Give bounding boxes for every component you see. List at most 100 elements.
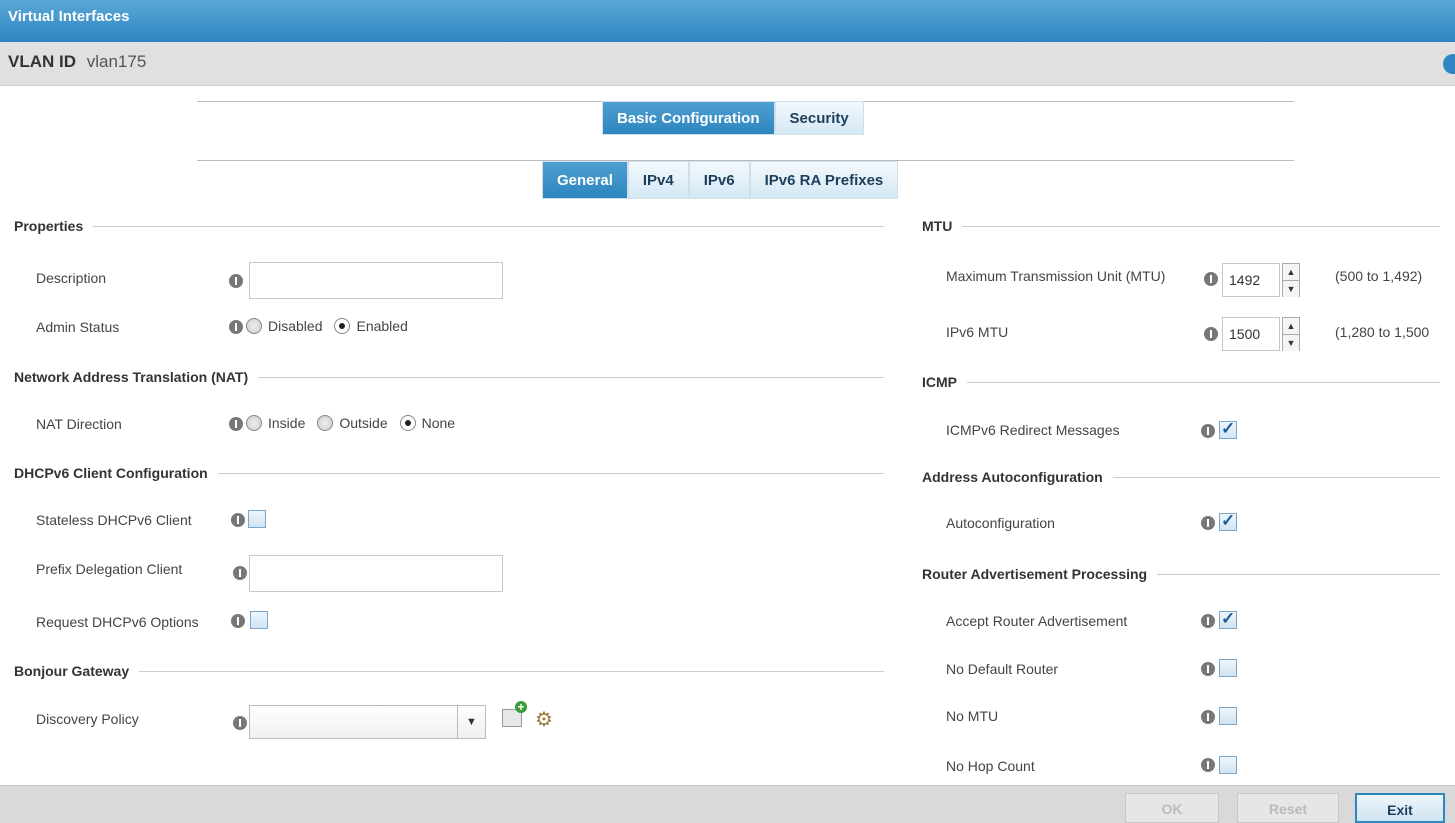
info-icon[interactable] — [231, 614, 245, 628]
section-rule — [93, 225, 884, 227]
mtu-label: Maximum Transmission Unit (MTU) — [946, 268, 1166, 284]
ipv6-mtu-label: IPv6 MTU — [946, 324, 1009, 340]
section-autoconf-title: Address Autoconfiguration — [922, 469, 1103, 485]
mtu-value[interactable]: 1492 — [1222, 263, 1280, 297]
mtu-stepper[interactable]: ▲ ▼ — [1282, 263, 1300, 297]
nat-outside-label: Outside — [339, 415, 388, 431]
admin-status-disabled-label: Disabled — [268, 318, 323, 334]
no-mtu-label: No MTU — [946, 708, 999, 724]
info-icon[interactable] — [229, 320, 243, 334]
icmpv6-redirect-label: ICMPv6 Redirect Messages — [946, 422, 1120, 438]
no-default-router-checkbox[interactable] — [1219, 659, 1237, 677]
help-icon[interactable] — [1443, 54, 1455, 74]
autoconfiguration-label: Autoconfiguration — [946, 515, 1055, 531]
request-dhcpv6-options-checkbox[interactable] — [250, 611, 268, 629]
window-title: Virtual Interfaces — [8, 8, 130, 25]
ipv6-mtu-spinner[interactable]: 1500 ▲ ▼ — [1222, 317, 1300, 351]
gear-icon[interactable]: ⚙ — [535, 710, 553, 730]
section-autoconf: Address Autoconfiguration — [922, 469, 1440, 485]
autoconfiguration-checkbox[interactable]: ✓ — [1219, 511, 1237, 531]
info-icon[interactable] — [1204, 327, 1218, 341]
exit-button[interactable]: Exit — [1355, 793, 1445, 823]
section-rule — [962, 225, 1440, 227]
stepper-up-icon[interactable]: ▲ — [1283, 264, 1299, 280]
info-icon[interactable] — [1201, 710, 1215, 724]
tab-ipv6[interactable]: IPv6 — [688, 161, 750, 199]
chevron-down-icon[interactable]: ▼ — [457, 706, 485, 738]
stepper-up-icon[interactable]: ▲ — [1283, 318, 1299, 334]
ipv6-mtu-value[interactable]: 1500 — [1222, 317, 1280, 351]
description-label: Description — [36, 270, 107, 286]
section-icmp-title: ICMP — [922, 374, 957, 390]
info-icon[interactable] — [233, 716, 247, 730]
section-rule — [139, 670, 884, 672]
no-default-router-label: No Default Router — [946, 661, 1059, 677]
ok-button[interactable]: OK — [1125, 793, 1219, 823]
info-icon[interactable] — [229, 274, 243, 288]
nat-direction-radio-group: Inside Outside None — [246, 415, 467, 431]
stateless-dhcpv6-checkbox[interactable] — [248, 510, 266, 528]
discovery-policy-label: Discovery Policy — [36, 711, 139, 727]
admin-status-disabled-radio[interactable] — [246, 318, 262, 334]
admin-status-radio-group: Disabled Enabled — [246, 318, 420, 334]
info-icon[interactable] — [1201, 662, 1215, 676]
info-icon[interactable] — [233, 566, 247, 580]
reset-button[interactable]: Reset — [1237, 793, 1339, 823]
request-dhcpv6-options-label: Request DHCPv6 Options — [36, 614, 199, 630]
info-icon[interactable] — [1201, 758, 1215, 772]
info-icon[interactable] — [231, 513, 245, 527]
discovery-policy-select[interactable]: ▼ — [249, 705, 486, 739]
accept-router-advertisement-checkbox[interactable]: ✓ — [1219, 609, 1237, 629]
vlan-id-value: vlan175 — [86, 52, 147, 71]
no-mtu-checkbox[interactable] — [1219, 707, 1237, 725]
tab-ipv6-ra-prefixes[interactable]: IPv6 RA Prefixes — [749, 161, 899, 199]
create-policy-icon[interactable] — [502, 701, 527, 727]
nat-none-radio[interactable] — [399, 415, 416, 431]
prefix-delegation-label: Prefix Delegation Client — [36, 561, 183, 577]
main-tabs: Basic Configuration Security — [602, 101, 864, 135]
ipv6-mtu-range: (1,280 to 1,500 — [1335, 324, 1430, 340]
no-hop-count-checkbox[interactable] — [1219, 756, 1237, 774]
section-router-advertisement-title: Router Advertisement Processing — [922, 566, 1148, 582]
icmpv6-redirect-checkbox[interactable]: ✓ — [1219, 419, 1237, 439]
section-mtu-title: MTU — [922, 218, 953, 234]
section-nat: Network Address Translation (NAT) — [14, 369, 884, 385]
stepper-down-icon[interactable]: ▼ — [1283, 334, 1299, 351]
footer-bar: OK Reset Exit — [0, 785, 1455, 823]
section-bonjour: Bonjour Gateway — [14, 663, 884, 679]
mtu-spinner[interactable]: 1492 ▲ ▼ — [1222, 263, 1300, 297]
stepper-down-icon[interactable]: ▼ — [1283, 280, 1299, 297]
nat-none-label: None — [421, 415, 456, 431]
window-title-bar: Virtual Interfaces — [0, 0, 1455, 42]
section-rule — [967, 381, 1440, 383]
vlan-header: VLAN ID vlan175 — [0, 42, 1455, 86]
nat-outside-radio[interactable] — [317, 415, 334, 431]
tab-security[interactable]: Security — [774, 101, 864, 135]
section-properties: Properties — [14, 218, 884, 234]
tab-ipv4[interactable]: IPv4 — [627, 161, 689, 199]
info-icon[interactable] — [1201, 614, 1215, 628]
nat-inside-radio[interactable] — [246, 415, 262, 431]
tab-general[interactable]: General — [542, 161, 628, 199]
info-icon[interactable] — [229, 417, 243, 431]
info-icon[interactable] — [1204, 272, 1218, 286]
ipv6-mtu-stepper[interactable]: ▲ ▼ — [1282, 317, 1300, 351]
section-icmp: ICMP — [922, 374, 1440, 390]
section-rule — [1157, 573, 1440, 575]
description-input[interactable] — [249, 262, 503, 299]
info-icon[interactable] — [1201, 516, 1215, 530]
tab-basic-configuration[interactable]: Basic Configuration — [602, 101, 775, 135]
info-icon[interactable] — [1201, 424, 1215, 438]
accept-router-advertisement-label: Accept Router Advertisement — [946, 613, 1128, 629]
section-bonjour-title: Bonjour Gateway — [14, 663, 130, 679]
check-icon: ✓ — [1221, 511, 1236, 530]
admin-status-enabled-radio[interactable] — [334, 318, 351, 334]
vlan-id-label: VLAN ID — [8, 52, 76, 71]
admin-status-enabled-label: Enabled — [356, 318, 408, 334]
section-rule — [258, 376, 884, 378]
nat-direction-label: NAT Direction — [36, 416, 122, 432]
stateless-dhcpv6-label: Stateless DHCPv6 Client — [36, 512, 192, 528]
section-properties-title: Properties — [14, 218, 84, 234]
prefix-delegation-input[interactable] — [249, 555, 503, 592]
nat-inside-label: Inside — [268, 415, 306, 431]
